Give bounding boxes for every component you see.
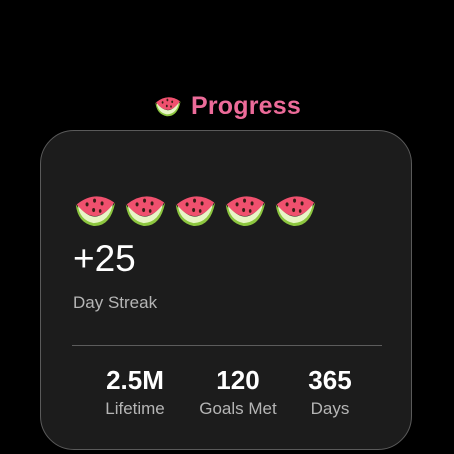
stat-label: Lifetime [105,399,165,418]
watermelon-icon [123,191,168,229]
watermelon-icon [153,94,183,118]
stat-lifetime: 2.5M Lifetime [105,365,165,419]
stat-value: 2.5M [106,365,164,395]
streak-label: Day Streak [73,293,158,312]
stat-value: 120 [216,365,260,395]
divider [72,345,382,346]
stat-days: 365 Days [308,365,351,419]
stat-label: Days [310,399,350,418]
stat-value: 365 [308,365,352,395]
watermelon-icon [273,191,318,229]
progress-card[interactable]: +25 Day Streak 2.5M Lifetime 120 Goals M… [40,130,412,450]
watermelon-icon [173,191,218,229]
streak-value: +25 [73,238,136,279]
stat-goals-met: 120 Goals Met [199,365,276,419]
stats-row: 2.5M Lifetime 120 Goals Met 365 Days [41,365,413,425]
watermelon-icon [223,191,268,229]
watermelon-icon [73,191,118,229]
streak-icons [73,191,318,229]
stat-label: Goals Met [199,399,277,418]
progress-screen: Progress +25 Day Streak 2.5M Lifetime 12… [0,0,454,454]
page-title: Progress [191,91,301,120]
header: Progress [0,90,454,122]
